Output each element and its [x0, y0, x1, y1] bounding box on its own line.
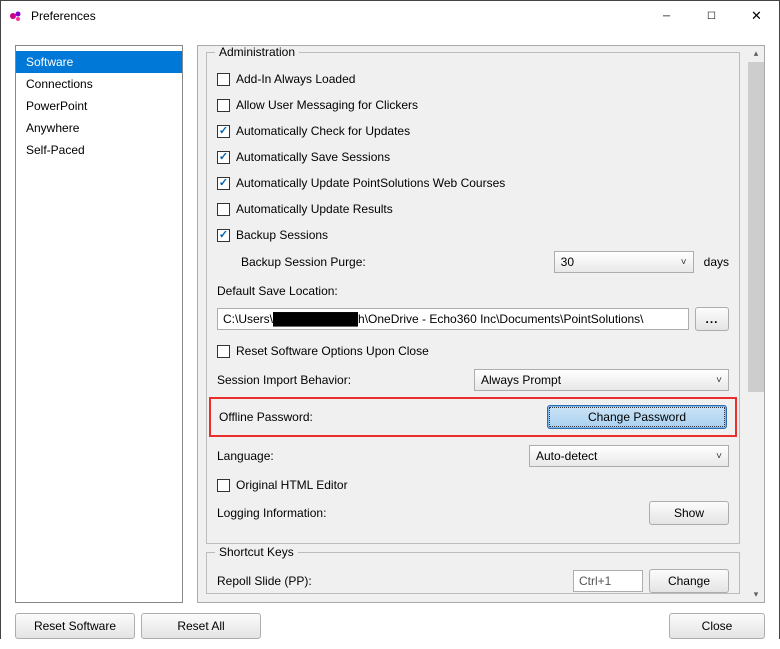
checkbox-label: Automatically Save Sessions — [236, 150, 390, 164]
window-controls — [644, 1, 779, 31]
sidebar-item-label: Connections — [26, 77, 93, 91]
checkbox-user-messaging[interactable] — [217, 99, 230, 112]
checkbox-label: Allow User Messaging for Clickers — [236, 98, 418, 112]
scroll-thumb[interactable] — [748, 62, 764, 392]
window-body: Software Connections PowerPoint Anywhere… — [1, 31, 779, 649]
close-button[interactable]: Close — [669, 613, 765, 639]
browse-button[interactable]: ... — [695, 307, 729, 331]
preferences-window: Preferences Software Connections PowerPo… — [0, 0, 780, 639]
checkbox-reset-on-close[interactable] — [217, 345, 230, 358]
vertical-scrollbar[interactable]: ▴ ▾ — [748, 45, 765, 603]
default-save-path-input[interactable]: C:\Users\██████████h\OneDrive - Echo360 … — [217, 308, 689, 330]
language-dropdown[interactable]: Auto-detect — [529, 445, 729, 467]
close-window-button[interactable] — [734, 1, 779, 31]
sidebar-item-label: PowerPoint — [26, 99, 87, 113]
sidebar-item-label: Anywhere — [26, 121, 79, 135]
sidebar-item-selfpaced[interactable]: Self-Paced — [16, 139, 182, 161]
group-legend: Administration — [215, 45, 299, 59]
content-wrap: Administration Add-In Always Loaded Allo… — [197, 45, 765, 603]
dropdown-value: 30 — [561, 255, 574, 269]
checkbox-label: Add-In Always Loaded — [236, 72, 355, 86]
checkbox-label: Backup Sessions — [236, 228, 328, 242]
content-panel: Administration Add-In Always Loaded Allo… — [197, 45, 748, 603]
session-import-label: Session Import Behavior: — [217, 373, 351, 387]
textbox-value: C:\Users\██████████h\OneDrive - Echo360 … — [223, 312, 644, 326]
default-save-label: Default Save Location: — [217, 284, 338, 298]
backup-purge-dropdown[interactable]: 30 — [554, 251, 694, 273]
checkbox-label: Original HTML Editor — [236, 478, 348, 492]
backup-purge-unit: days — [704, 255, 729, 269]
button-label: Show — [674, 506, 704, 520]
change-password-button[interactable]: Change Password — [547, 405, 727, 429]
dropdown-value: Auto-detect — [536, 449, 597, 463]
button-label: Change — [668, 574, 710, 588]
main-area: Software Connections PowerPoint Anywhere… — [15, 45, 765, 603]
sidebar-item-anywhere[interactable]: Anywhere — [16, 117, 182, 139]
checkbox-label: Reset Software Options Upon Close — [236, 344, 429, 358]
button-label: Reset All — [177, 619, 224, 633]
window-title: Preferences — [31, 9, 644, 23]
offline-password-row: Offline Password: Change Password — [209, 397, 737, 437]
titlebar: Preferences — [1, 1, 779, 31]
checkbox-update-results[interactable] — [217, 203, 230, 216]
repoll-shortcut-input[interactable]: Ctrl+1 — [573, 570, 643, 592]
logging-label: Logging Information: — [217, 506, 326, 520]
group-legend: Shortcut Keys — [215, 545, 298, 559]
footer: Reset Software Reset All Close — [15, 603, 765, 639]
show-logging-button[interactable]: Show — [649, 501, 729, 525]
scroll-down-arrow[interactable]: ▾ — [748, 587, 764, 602]
checkbox-addin-loaded[interactable] — [217, 73, 230, 86]
language-label: Language: — [217, 449, 274, 463]
checkbox-original-html[interactable] — [217, 479, 230, 492]
sidebar-item-powerpoint[interactable]: PowerPoint — [16, 95, 182, 117]
app-icon — [9, 8, 25, 24]
checkbox-check-updates[interactable] — [217, 125, 230, 138]
sidebar: Software Connections PowerPoint Anywhere… — [15, 45, 183, 603]
sidebar-item-connections[interactable]: Connections — [16, 73, 182, 95]
checkbox-update-web[interactable] — [217, 177, 230, 190]
textbox-value: Ctrl+1 — [579, 574, 611, 588]
repoll-label: Repoll Slide (PP): — [217, 574, 312, 588]
button-label: ... — [705, 312, 718, 326]
checkbox-save-sessions[interactable] — [217, 151, 230, 164]
dropdown-value: Always Prompt — [481, 373, 561, 387]
group-administration: Administration Add-In Always Loaded Allo… — [206, 52, 740, 544]
offline-password-label: Offline Password: — [219, 410, 313, 424]
minimize-button[interactable] — [644, 1, 689, 31]
checkbox-label: Automatically Update Results — [236, 202, 393, 216]
group-shortcut-keys: Shortcut Keys Repoll Slide (PP): Ctrl+1 … — [206, 552, 740, 594]
checkbox-label: Automatically Update PointSolutions Web … — [236, 176, 505, 190]
button-label: Change Password — [588, 410, 686, 424]
checkbox-label: Automatically Check for Updates — [236, 124, 410, 138]
scroll-up-arrow[interactable]: ▴ — [748, 46, 764, 61]
change-shortcut-button[interactable]: Change — [649, 569, 729, 593]
reset-all-button[interactable]: Reset All — [141, 613, 261, 639]
reset-software-button[interactable]: Reset Software — [15, 613, 135, 639]
session-import-dropdown[interactable]: Always Prompt — [474, 369, 729, 391]
sidebar-item-software[interactable]: Software — [16, 51, 182, 73]
sidebar-item-label: Software — [26, 55, 73, 69]
maximize-button[interactable] — [689, 1, 734, 31]
checkbox-backup-sessions[interactable] — [217, 229, 230, 242]
sidebar-item-label: Self-Paced — [26, 143, 85, 157]
button-label: Close — [702, 619, 733, 633]
backup-purge-label: Backup Session Purge: — [241, 255, 366, 269]
button-label: Reset Software — [34, 619, 116, 633]
